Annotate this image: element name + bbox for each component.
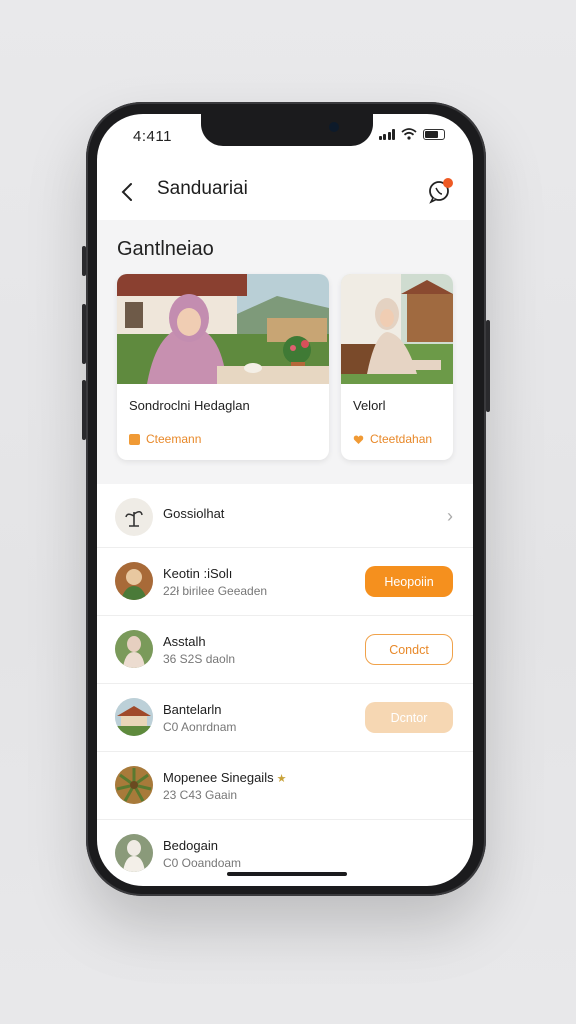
list-item[interactable]: Asstalh 36 S2S daoln Condct xyxy=(97,616,473,684)
avatar xyxy=(115,698,153,736)
list-item[interactable]: Bantelarln C0 Aonrdnam Dcntor xyxy=(97,684,473,752)
list-item-meta: 36 S2S daoln xyxy=(163,652,236,666)
section-title: Gantlneiao xyxy=(117,238,214,260)
plant-avatar xyxy=(115,498,153,536)
disabled-action-button[interactable]: Dcntor xyxy=(365,702,453,733)
avatar-photo xyxy=(115,834,153,872)
messages-button[interactable] xyxy=(425,176,455,206)
battery-icon xyxy=(423,128,445,140)
page-title: Sanduariai xyxy=(157,178,248,199)
sprout-icon xyxy=(125,511,143,527)
garden-photo xyxy=(117,274,329,384)
tag-icon xyxy=(129,433,140,445)
card-tag-label: Cteemann xyxy=(146,432,202,446)
avatar-photo xyxy=(115,766,153,804)
avatar xyxy=(115,766,153,804)
respond-button[interactable]: Heopoiin xyxy=(365,566,453,597)
star-icon: ★ xyxy=(276,773,287,785)
card-tag: Cteetdahan xyxy=(353,432,432,446)
volume-down-button xyxy=(82,380,86,440)
status-time: 4:411 xyxy=(133,128,172,145)
notch xyxy=(201,114,373,146)
list-item[interactable]: Keotin :iSolı 22ł birilee Geeaden Heopoi… xyxy=(97,548,473,616)
list-item[interactable]: Mopenee Sinegails ★ 23 C43 Gaain xyxy=(97,752,473,820)
connect-button[interactable]: Condct xyxy=(365,634,453,665)
list-item-meta: C0 Aonrdnam xyxy=(163,720,237,734)
list-item[interactable]: Gossiolhat › xyxy=(97,484,473,548)
card-title: Velorl xyxy=(353,398,386,413)
list-item-name: Gossiolhat xyxy=(163,506,225,521)
back-button[interactable] xyxy=(115,180,139,204)
volume-up-button xyxy=(82,304,86,364)
status-icons xyxy=(378,128,445,140)
list-item-name-text: Mopenee Sinegails xyxy=(163,770,274,785)
avatar xyxy=(115,562,153,600)
wifi-icon xyxy=(401,128,417,140)
card-tag: Cteemann xyxy=(129,432,201,446)
member-list: Gossiolhat › Keotin :iSolı 22ł birilee G… xyxy=(97,484,473,886)
power-button xyxy=(486,320,490,412)
porch-photo xyxy=(341,274,453,384)
heart-icon xyxy=(353,435,364,444)
list-item-name: Bedogain xyxy=(163,838,218,853)
list-item-meta-text: 23 C43 Gaain xyxy=(163,788,238,802)
list-item-meta: 22ł birilee Geeaden xyxy=(163,584,268,598)
list-item[interactable]: Bedogain C0 Ooandoam xyxy=(97,820,473,886)
signal-icon xyxy=(378,128,395,140)
chevron-left-icon xyxy=(121,183,132,201)
list-item-name: Keotin :iSolı xyxy=(163,566,233,581)
avatar-photo xyxy=(115,698,153,736)
list-item-name: Mopenee Sinegails ★ xyxy=(163,770,286,785)
chevron-right-icon[interactable]: › xyxy=(447,506,453,527)
mute-switch xyxy=(82,246,86,276)
card-tag-label: Cteetdahan xyxy=(370,432,433,446)
list-item-name: Asstalh xyxy=(163,634,206,649)
home-indicator[interactable] xyxy=(227,872,347,876)
featured-card[interactable]: Sondroclni Hedaglan Cteemann xyxy=(117,274,329,460)
notification-badge xyxy=(443,178,453,188)
front-camera xyxy=(329,122,339,132)
card-title: Sondroclni Hedaglan xyxy=(129,398,250,413)
avatar-photo xyxy=(115,630,153,668)
top-bar: Sanduariai xyxy=(97,166,473,220)
featured-card[interactable]: Velorl Cteetdahan xyxy=(341,274,453,460)
avatar xyxy=(115,630,153,668)
avatar-photo xyxy=(115,562,153,600)
avatar xyxy=(115,834,153,872)
list-item-meta: C0 Ooandoam xyxy=(163,856,242,870)
list-item-meta: 23 C43 Gaain xyxy=(163,788,237,802)
list-item-name: Bantelarln xyxy=(163,702,222,717)
app-screen: 4:411 Sanduariai Gantlneiao Sondroclni H… xyxy=(97,114,473,886)
